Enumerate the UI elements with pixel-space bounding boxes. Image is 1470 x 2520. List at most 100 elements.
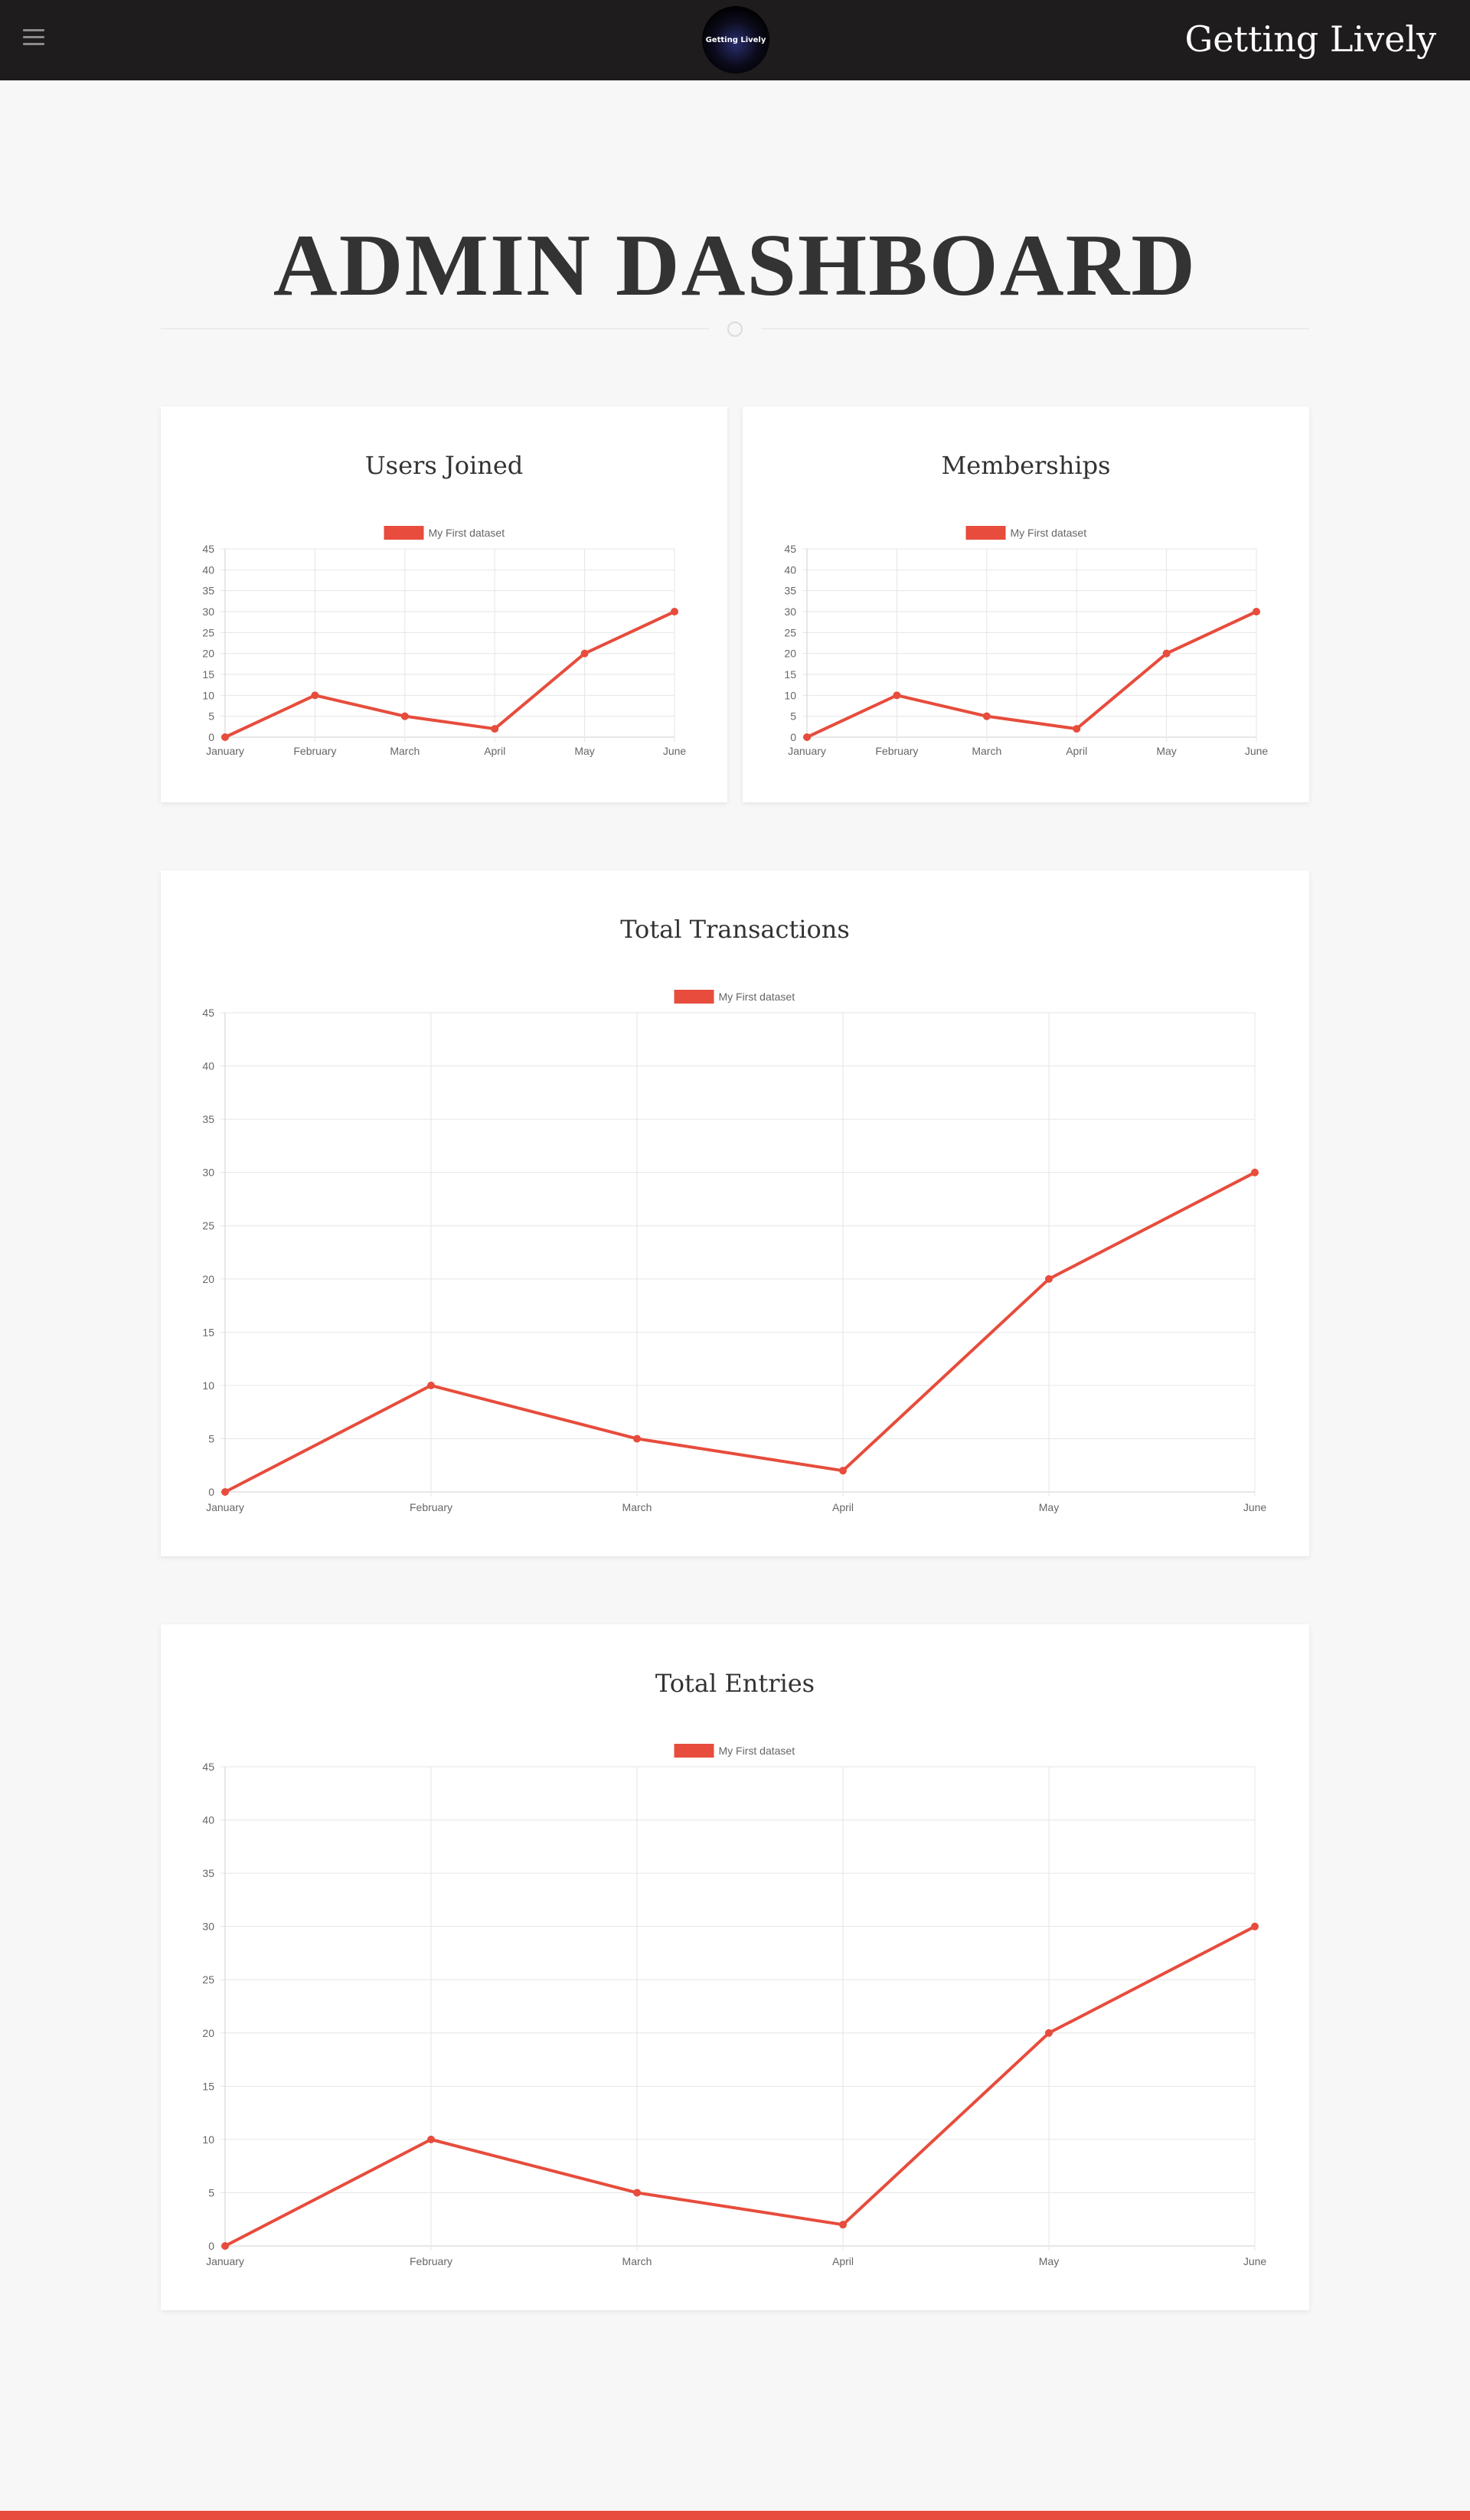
legend-swatch xyxy=(965,526,1006,540)
hamburger-icon[interactable] xyxy=(23,29,44,46)
x-tick-label: February xyxy=(875,745,918,757)
x-tick-label: May xyxy=(1039,1501,1059,1513)
x-tick-label: January xyxy=(206,745,244,757)
y-tick-label: 10 xyxy=(202,689,214,701)
y-tick-label: 10 xyxy=(202,1379,214,1392)
y-tick-label: 5 xyxy=(208,710,214,723)
top-navbar: Getting Lively Getting Lively xyxy=(0,0,1470,80)
x-tick-label: January xyxy=(788,745,826,757)
y-tick-label: 5 xyxy=(208,2186,214,2198)
title-divider-left xyxy=(161,328,709,329)
data-point xyxy=(633,2189,641,2197)
data-point xyxy=(427,2135,435,2143)
x-tick-label: March xyxy=(390,745,420,757)
users-joined-card: Users Joined 0 5 10 15 20 25 30 35 40 45 January Fe… xyxy=(161,406,727,802)
data-point xyxy=(400,712,409,720)
y-tick-label: 45 xyxy=(202,1761,214,1773)
logo[interactable]: Getting Lively xyxy=(702,6,769,73)
y-tick-label: 45 xyxy=(202,1007,214,1019)
y-tick-label: 35 xyxy=(202,585,214,597)
y-tick-label: 30 xyxy=(202,606,214,618)
x-tick-label: May xyxy=(574,745,594,757)
y-tick-label: 40 xyxy=(784,563,796,576)
memberships-card: Memberships 0 5 10 15 20 25 30 35 40 45 January Feb… xyxy=(743,406,1309,802)
legend-swatch xyxy=(674,990,714,1004)
legend-label: My First dataset xyxy=(1011,527,1087,539)
x-tick-label: April xyxy=(484,745,505,757)
legend-swatch xyxy=(674,1744,714,1758)
title-divider-circle xyxy=(727,322,743,337)
data-point xyxy=(1045,2029,1053,2037)
y-tick-label: 20 xyxy=(202,648,214,660)
data-point xyxy=(893,691,901,700)
y-tick-label: 35 xyxy=(202,1867,214,1879)
x-tick-label: May xyxy=(1156,745,1176,757)
x-tick-label: February xyxy=(410,2255,452,2267)
y-tick-label: 25 xyxy=(784,626,796,638)
footer-bar xyxy=(0,2511,1470,2520)
data-point xyxy=(491,725,499,733)
y-tick-label: 45 xyxy=(784,543,796,555)
total-transactions-card: Total Transactions 0 5 10 15 20 25 30 35 40 45 Jan… xyxy=(161,870,1309,1556)
x-tick-label: May xyxy=(1039,2255,1059,2267)
y-tick-label: 5 xyxy=(790,710,796,723)
x-tick-label: June xyxy=(1243,1501,1267,1513)
data-point xyxy=(221,2242,229,2250)
page-title: ADMIN DASHBOARD xyxy=(273,217,1197,315)
x-tick-label: March xyxy=(622,2255,652,2267)
y-tick-label: 5 xyxy=(208,1432,214,1444)
x-tick-label: June xyxy=(1245,745,1269,757)
data-point xyxy=(427,1381,435,1389)
data-point xyxy=(839,1467,847,1475)
y-tick-label: 25 xyxy=(202,626,214,638)
legend-label: My First dataset xyxy=(429,527,505,539)
data-point xyxy=(671,608,678,615)
x-tick-label: April xyxy=(832,1501,854,1513)
y-tick-label: 15 xyxy=(784,668,796,681)
x-tick-label: June xyxy=(1243,2255,1267,2267)
data-point xyxy=(1251,1922,1259,1931)
users-joined-chart: 0 5 10 15 20 25 30 35 40 45 January February March Ap… xyxy=(202,526,686,757)
x-tick-label: March xyxy=(622,1501,652,1513)
y-tick-label: 10 xyxy=(784,689,796,701)
data-point xyxy=(221,733,229,741)
data-point xyxy=(1073,725,1081,733)
y-tick-label: 20 xyxy=(784,648,796,660)
y-tick-label: 40 xyxy=(202,563,214,576)
legend-label: My First dataset xyxy=(719,1745,795,1757)
y-tick-label: 30 xyxy=(202,1921,214,1933)
data-point xyxy=(1253,608,1260,615)
memberships-chart: 0 5 10 15 20 25 30 35 40 45 January February March Ap… xyxy=(784,526,1269,757)
title-divider-right xyxy=(761,328,1309,329)
data-point xyxy=(803,733,811,741)
y-tick-label: 25 xyxy=(202,1973,214,1986)
y-tick-label: 0 xyxy=(208,731,214,743)
y-tick-label: 15 xyxy=(202,1326,214,1338)
y-tick-label: 0 xyxy=(208,1486,214,1498)
x-tick-label: January xyxy=(206,1501,244,1513)
data-point xyxy=(1045,1275,1053,1283)
data-point xyxy=(1162,649,1171,658)
y-tick-label: 35 xyxy=(784,585,796,597)
x-tick-label: April xyxy=(1066,745,1087,757)
y-tick-label: 0 xyxy=(790,731,796,743)
brand-name[interactable]: Getting Lively xyxy=(1184,18,1436,60)
data-point xyxy=(311,691,319,700)
y-tick-label: 45 xyxy=(202,543,214,555)
y-tick-label: 15 xyxy=(202,2080,214,2092)
total-entries-chart: 0 5 10 15 20 25 30 35 40 45 January February March Ap… xyxy=(202,1744,1267,2267)
x-tick-label: April xyxy=(832,2255,854,2267)
data-point xyxy=(580,649,589,658)
data-point xyxy=(1251,1168,1259,1177)
y-tick-label: 40 xyxy=(202,1814,214,1826)
y-tick-label: 0 xyxy=(208,2240,214,2252)
data-point xyxy=(633,1435,641,1443)
logo-text: Getting Lively xyxy=(705,35,766,44)
data-point xyxy=(221,1488,229,1496)
x-tick-label: January xyxy=(206,2255,244,2267)
y-tick-label: 25 xyxy=(202,1219,214,1232)
legend-swatch xyxy=(384,526,424,540)
y-tick-label: 20 xyxy=(202,1273,214,1285)
legend-label: My First dataset xyxy=(719,991,795,1003)
data-point xyxy=(982,712,991,720)
